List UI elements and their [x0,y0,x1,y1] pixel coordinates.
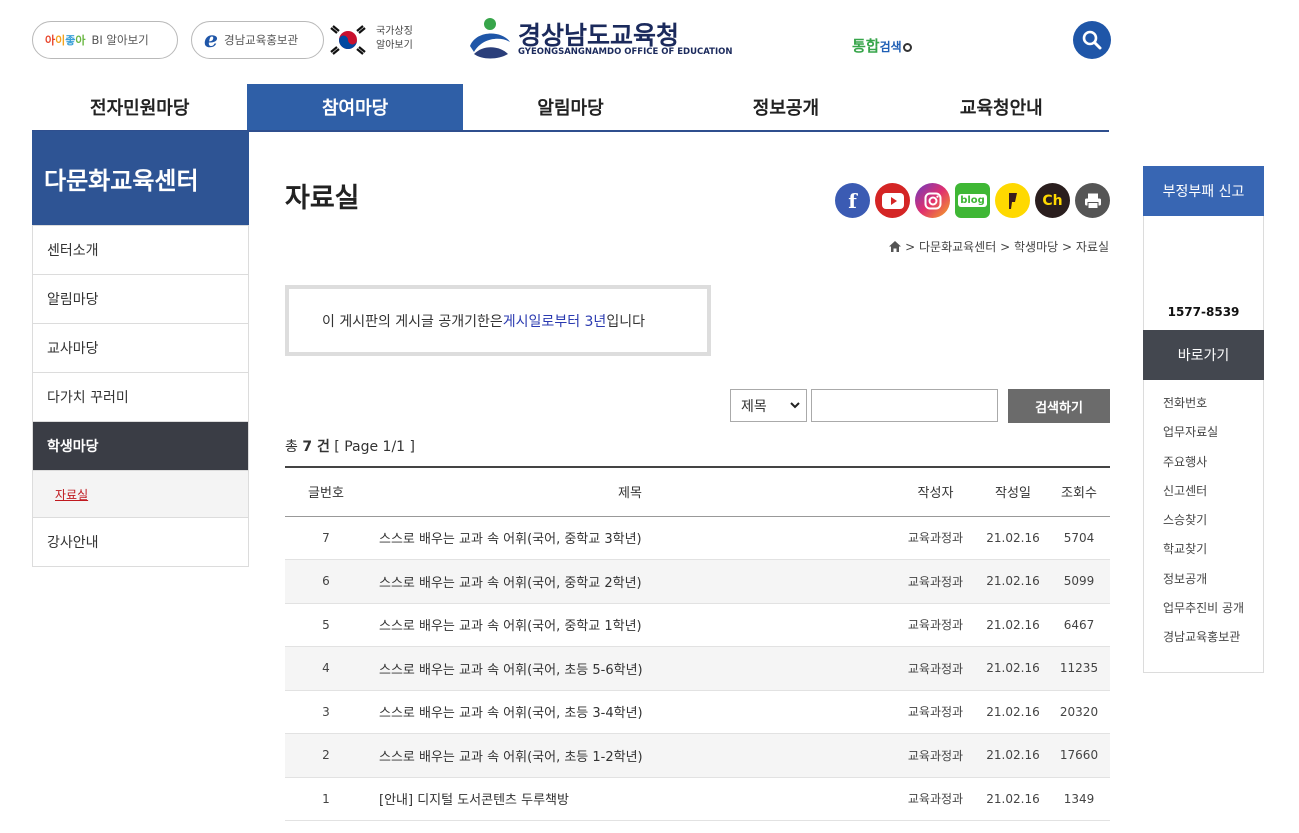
quick-link-work-archive[interactable]: 업무자료실 [1144,423,1263,452]
post-title-link[interactable]: 스스로 배우는 교과 속 어휘(국어, 중학교 3학년) [367,516,893,560]
post-title-link[interactable]: 스스로 배우는 교과 속 어휘(국어, 중학교 1학년) [367,603,893,647]
education-office-emblem-icon [470,18,510,59]
retention-notice: 이 게시판의 게시글 공개기한은 게시일로부터 3년 입니다 [285,285,711,356]
table-row: 4 스스로 배우는 교과 속 어휘(국어, 초등 5-6학년) 교육과정과 21… [285,646,1110,691]
sidebar-item-notice[interactable]: 알림마당 [33,274,248,323]
report-phone-number: 1577-8539 [1167,305,1240,319]
sidebar-item-center-intro[interactable]: 센터소개 [33,225,248,274]
breadcrumb-separator: > [905,240,916,254]
sidebar-item-package[interactable]: 다가치 꾸러미 [33,372,248,421]
col-author-header: 작성자 [893,466,978,517]
quick-phone-box: 1577-8539 [1143,216,1264,330]
quick-link-expense[interactable]: 업무추진비 공개 [1144,599,1263,628]
breadcrumb-separator: > [1061,240,1073,254]
sns-share-bar: f blog Ch [835,183,1110,218]
post-title-link[interactable]: [안내] 디지털 도서콘텐츠 두루책방 [367,777,893,821]
sidebar-menu: 센터소개 알림마당 교사마당 다가치 꾸러미 학생마당 자료실 강사안내 [32,225,249,567]
promo-hall-label: 경남교육홍보관 [224,33,299,47]
promo-hall-button[interactable]: e 경남교육홍보관 [191,21,324,59]
sidebar-item-student[interactable]: 학생마당 [33,421,248,470]
quick-link-find-teacher[interactable]: 스승찾기 [1144,511,1263,540]
board-table: 글번호 제목 작성자 작성일 조회수 7 스스로 배우는 교과 속 어휘(국어,… [285,466,1110,821]
sidebar-item-instructor[interactable]: 강사안내 [33,517,248,566]
col-date-header: 작성일 [978,466,1048,517]
corruption-report-button[interactable]: 부정부패 신고 [1143,166,1264,216]
quick-link-disclosure[interactable]: 정보공개 [1144,570,1263,599]
main-navigation: 전자민원마당 참여마당 알림마당 정보공개 교육청안내 [32,84,1109,132]
magnifier-icon [902,43,912,52]
print-icon[interactable] [1075,183,1110,218]
sidebar-subitem-archive-link[interactable]: 자료실 [55,486,88,503]
total-count: 총 7 건 [ Page 1/1 ] [285,439,415,455]
taegeuk-flag-icon[interactable] [328,22,368,58]
bi-logo: 아이좋아 [45,34,86,47]
breadcrumb: > 다문화교육센터 > 학생마당 > 자료실 [600,238,1109,255]
table-row: 2 스스로 배우는 교과 속 어휘(국어, 초등 1-2학년) 교육과정과 21… [285,733,1110,778]
bi-info-button[interactable]: 아이좋아 BI 알아보기 [32,21,178,59]
sidebar-subitem-archive: 자료실 [33,470,248,517]
unified-search-link[interactable]: 통합검색 [852,35,912,56]
breadcrumb-separator: > [1000,240,1011,254]
nav-info-disclosure[interactable]: 정보공개 [678,84,893,130]
quick-link-events[interactable]: 주요행사 [1144,453,1263,482]
nav-civil-service[interactable]: 전자민원마당 [32,84,247,130]
home-icon[interactable] [889,241,902,252]
col-title-header: 제목 [367,466,893,517]
post-title-link[interactable]: 스스로 배우는 교과 속 어휘(국어, 초등 1-2학년) [367,733,893,778]
sidebar-title: 다문화교육센터 [32,131,249,225]
breadcrumb-level3: 자료실 [1075,240,1109,254]
youtube-icon[interactable] [875,183,910,218]
search-input[interactable] [811,389,998,422]
quick-link-report-center[interactable]: 신고센터 [1144,482,1263,511]
logo-english-text: GYEONGSANGNAMDO OFFICE OF EDUCATION [518,47,733,57]
post-title-link[interactable]: 스스로 배우는 교과 속 어휘(국어, 초등 5-6학년) [367,646,893,691]
blog-icon[interactable]: blog [955,183,990,218]
quick-links-list: 전화번호 업무자료실 주요행사 신고센터 스승찾기 학교찾기 정보공개 업무추진… [1143,380,1264,673]
breadcrumb-level2[interactable]: 학생마당 [1014,240,1058,254]
quick-link-promo-hall[interactable]: 경남교육홍보관 [1144,628,1263,657]
table-row: 1 [안내] 디지털 도서콘텐츠 두루책방 교육과정과 21.02.16 134… [285,777,1110,821]
table-row: 6 스스로 배우는 교과 속 어휘(국어, 중학교 2학년) 교육과정과 21.… [285,559,1110,604]
quick-links-title: 바로가기 [1143,330,1264,380]
table-row: 7 스스로 배우는 교과 속 어휘(국어, 중학교 3학년) 교육과정과 21.… [285,516,1110,560]
sidebar-item-teacher[interactable]: 교사마당 [33,323,248,372]
search-button[interactable]: 검색하기 [1008,389,1110,423]
post-title-link[interactable]: 스스로 배우는 교과 속 어휘(국어, 초등 3-4학년) [367,690,893,734]
chevron-down-icon [790,402,800,409]
quick-link-find-school[interactable]: 학교찾기 [1144,540,1263,569]
table-row: 3 스스로 배우는 교과 속 어휘(국어, 초등 3-4학년) 교육과정과 21… [285,690,1110,734]
search-field-select[interactable]: 제목 [730,389,807,422]
site-header: 아이좋아 BI 알아보기 e 경남교육홍보관 국가상징 알아보기 경상남도교육청… [0,0,1299,84]
page-title: 자료실 [285,183,360,214]
kakao-story-icon[interactable] [995,183,1030,218]
nav-notice[interactable]: 알림마당 [463,84,678,130]
e-logo-icon: e [204,27,218,53]
breadcrumb-level1[interactable]: 다문화교육센터 [919,240,996,254]
quick-link-phone[interactable]: 전화번호 [1144,394,1263,423]
site-logo[interactable]: 경상남도교육청 GYEONGSANGNAMDO OFFICE OF EDUCAT… [466,16,732,62]
post-title-link[interactable]: 스스로 배우는 교과 속 어휘(국어, 중학교 2학년) [367,559,893,604]
table-header-row: 글번호 제목 작성자 작성일 조회수 [285,466,1110,517]
national-symbol-link[interactable]: 국가상징 알아보기 [376,25,424,53]
bi-info-label: BI 알아보기 [91,33,149,47]
table-row: 5 스스로 배우는 교과 속 어휘(국어, 중학교 1학년) 교육과정과 21.… [285,603,1110,647]
search-icon [1082,30,1102,50]
col-number-header: 글번호 [285,466,367,517]
nav-participation[interactable]: 참여마당 [247,84,463,130]
nav-office-info[interactable]: 교육청안내 [894,84,1109,130]
kakao-channel-icon[interactable]: Ch [1035,183,1070,218]
facebook-icon[interactable]: f [835,183,870,218]
search-open-button[interactable] [1073,21,1111,59]
col-views-header: 조회수 [1048,466,1110,517]
instagram-icon[interactable] [915,183,950,218]
